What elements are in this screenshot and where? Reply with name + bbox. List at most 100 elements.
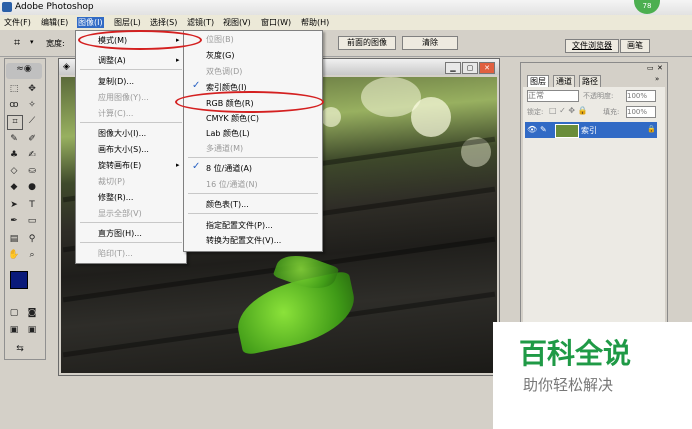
- menu-item-duotone[interactable]: 双色调(D): [206, 66, 242, 77]
- menu-layer[interactable]: 图层(L): [114, 17, 141, 28]
- highlight-oval-rgb: [175, 91, 324, 113]
- screen-mode-icon[interactable]: ▣: [7, 324, 21, 337]
- menu-item-apply-image[interactable]: 应用图像(Y)...: [98, 92, 149, 103]
- slice-icon[interactable]: ⟋: [25, 115, 39, 128]
- magic-wand-icon[interactable]: ✧: [25, 99, 39, 112]
- tab-paths[interactable]: 路径: [579, 75, 601, 87]
- menu-item-color-table[interactable]: 颜色表(T)...: [206, 199, 249, 210]
- hand-icon[interactable]: ✋: [7, 249, 21, 262]
- bokeh-light: [411, 97, 451, 137]
- document-icon: ◈: [63, 62, 70, 72]
- menu-item-histogram[interactable]: 直方图(H)...: [98, 228, 142, 239]
- menu-item-image-size[interactable]: 图像大小(I)...: [98, 128, 146, 139]
- menu-item-trap[interactable]: 陷印(T)...: [98, 248, 133, 259]
- standard-mode-icon[interactable]: ▢: [7, 307, 21, 320]
- menu-separator: [188, 213, 318, 214]
- menu-item-bitmap[interactable]: 位图(B): [206, 34, 234, 45]
- menu-view[interactable]: 视图(V): [223, 17, 251, 28]
- menu-item-cmyk-color[interactable]: CMYK 颜色(C): [206, 113, 259, 124]
- highlight-oval-mode: [78, 30, 202, 50]
- menu-filter[interactable]: 滤镜(T): [187, 17, 214, 28]
- front-image-button[interactable]: 前面的图像: [338, 36, 396, 50]
- marquee-icon[interactable]: ⬚: [7, 83, 21, 96]
- menu-item-reveal-all[interactable]: 显示全部(V): [98, 208, 142, 219]
- tab-file-browser[interactable]: 文件浏览器: [565, 39, 619, 53]
- menu-separator: [188, 157, 318, 158]
- blend-mode-select[interactable]: 正常: [527, 90, 579, 102]
- menu-item-crop[interactable]: 裁切(P): [98, 176, 125, 187]
- path-select-icon[interactable]: ➤: [7, 199, 21, 212]
- quick-mask-icon[interactable]: ◙: [25, 307, 39, 320]
- submenu-arrow-icon: ▸: [176, 161, 180, 169]
- eyedropper-icon[interactable]: ⚲: [25, 233, 39, 246]
- menu-item-8-bit[interactable]: 8 位/通道(A): [206, 163, 252, 174]
- lasso-icon[interactable]: ꝏ: [7, 99, 21, 112]
- menu-file[interactable]: 文件(F): [4, 17, 31, 28]
- window-title: Adobe Photoshop: [15, 2, 94, 12]
- zoom-icon[interactable]: ⌕: [25, 249, 39, 262]
- crop-tool-icon[interactable]: ⌗: [14, 36, 20, 50]
- ps-logo-icon[interactable]: ≈◉: [6, 63, 42, 79]
- brush-icon[interactable]: ✐: [25, 133, 39, 146]
- full-screen-icon[interactable]: ▣: [25, 324, 39, 337]
- menu-select[interactable]: 选择(S): [150, 17, 177, 28]
- crop-icon[interactable]: ⌗: [7, 115, 23, 130]
- menu-help[interactable]: 帮助(H): [301, 17, 329, 28]
- foreground-color-swatch[interactable]: [10, 271, 28, 289]
- opacity-input[interactable]: 100%: [626, 90, 656, 102]
- clear-button[interactable]: 清除: [402, 36, 458, 50]
- layer-name: 索引: [581, 126, 597, 135]
- panel-menu-icon[interactable]: »: [655, 75, 659, 83]
- menu-item-convert-profile[interactable]: 转换为配置文件(V)...: [206, 235, 281, 246]
- checkmark-icon: ✓: [192, 80, 201, 91]
- menu-separator: [80, 69, 182, 70]
- tab-channels[interactable]: 通道: [553, 75, 575, 87]
- chevron-down-icon[interactable]: ▾: [30, 38, 34, 46]
- menu-bar: 文件(F) 编辑(E) 图像(I) 图层(L) 选择(S) 滤镜(T) 视图(V…: [0, 15, 692, 31]
- fill-label: 填充:: [603, 108, 620, 116]
- title-bar: Adobe Photoshop: [0, 0, 692, 15]
- menu-item-trim[interactable]: 修整(R)...: [98, 192, 133, 203]
- menu-item-canvas-size[interactable]: 画布大小(S)...: [98, 144, 149, 155]
- move-icon[interactable]: ✥: [25, 83, 39, 96]
- stamp-icon[interactable]: ♣: [7, 149, 21, 162]
- menu-item-rotate-canvas[interactable]: 旋转画布(E): [98, 160, 141, 171]
- panel-close-icon[interactable]: ✕: [657, 64, 663, 72]
- checkmark-icon: ✓: [192, 161, 201, 172]
- history-brush-icon[interactable]: ✍: [25, 149, 39, 162]
- healing-brush-icon[interactable]: ✎: [7, 133, 21, 146]
- menu-item-multichannel[interactable]: 多通道(M): [206, 143, 243, 154]
- eye-icon[interactable]: 👁: [527, 125, 537, 134]
- eraser-icon[interactable]: ◇: [7, 165, 21, 178]
- minimize-button[interactable]: ▁: [445, 62, 461, 74]
- lock-icons[interactable]: □ ✓ ✥ 🔒: [549, 106, 588, 115]
- menu-separator: [80, 222, 182, 223]
- menu-image[interactable]: 图像(I): [77, 17, 104, 28]
- blur-icon[interactable]: ◆: [7, 181, 21, 194]
- bokeh-light: [321, 107, 341, 127]
- menu-item-grayscale[interactable]: 灰度(G): [206, 50, 234, 61]
- tab-layers[interactable]: 图层: [527, 75, 549, 87]
- menu-item-assign-profile[interactable]: 指定配置文件(P)...: [206, 220, 273, 231]
- menu-edit[interactable]: 编辑(E): [41, 17, 68, 28]
- menu-item-adjust[interactable]: 调整(A): [98, 55, 126, 66]
- tab-brushes[interactable]: 画笔: [620, 39, 650, 53]
- layer-row[interactable]: 👁 ✎ 索引 🔒: [525, 122, 657, 138]
- dodge-icon[interactable]: ●: [25, 181, 39, 194]
- image-menu-dropdown: 模式(M) ▸ 调整(A) ▸ 复制(D)... 应用图像(Y)... 计算(C…: [75, 30, 187, 264]
- menu-item-calculations[interactable]: 计算(C)...: [98, 108, 133, 119]
- menu-item-16-bit[interactable]: 16 位/通道(N): [206, 179, 258, 190]
- pen-icon[interactable]: ✒: [7, 215, 21, 228]
- type-icon[interactable]: T: [25, 199, 39, 212]
- imageready-icon[interactable]: ⇆: [13, 343, 27, 356]
- menu-window[interactable]: 窗口(W): [261, 17, 291, 28]
- menu-item-duplicate[interactable]: 复制(D)...: [98, 76, 134, 87]
- notes-icon[interactable]: ▤: [7, 233, 21, 246]
- paint-bucket-icon[interactable]: ⛀: [25, 165, 39, 178]
- menu-item-lab-color[interactable]: Lab 颜色(L): [206, 128, 250, 139]
- panel-minimize-icon[interactable]: ▭: [647, 64, 654, 72]
- close-button[interactable]: ✕: [479, 62, 495, 74]
- shape-icon[interactable]: ▭: [25, 215, 39, 228]
- fill-input[interactable]: 100%: [626, 106, 656, 118]
- maximize-button[interactable]: ▢: [462, 62, 478, 74]
